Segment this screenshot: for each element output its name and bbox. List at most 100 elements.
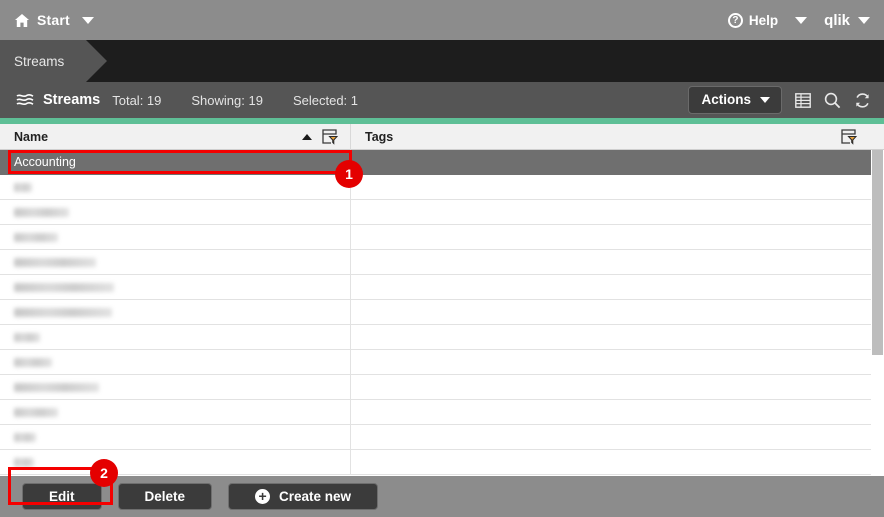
help-button[interactable]: ? Help <box>727 12 779 28</box>
cell-tags <box>351 350 884 374</box>
cell-tags <box>351 450 884 474</box>
panel-toolbar: Streams Total: 19 Showing: 19 Selected: … <box>0 82 884 118</box>
application-window: Start ? Help qlik Streams Streams Total:… <box>0 0 884 517</box>
cell-tags <box>351 375 884 399</box>
redacted-name-text <box>14 282 114 292</box>
redacted-name-text <box>14 232 58 242</box>
start-label: Start <box>37 12 70 28</box>
redacted-name-text <box>14 207 69 217</box>
table-row[interactable] <box>0 450 884 475</box>
cell-name <box>0 175 351 199</box>
cell-name <box>0 350 351 374</box>
edit-label: Edit <box>49 489 75 504</box>
breadcrumb-label: Streams <box>14 53 65 69</box>
edit-button[interactable]: Edit <box>22 483 102 510</box>
cell-tags <box>351 200 884 224</box>
cell-tags <box>351 400 884 424</box>
scrollbar-thumb[interactable] <box>872 150 883 355</box>
redacted-name-text <box>14 382 99 392</box>
cell-tags <box>351 250 884 274</box>
table-row[interactable] <box>0 375 884 400</box>
redacted-name-text <box>14 332 40 342</box>
table-row[interactable] <box>0 250 884 275</box>
account-label: qlik <box>824 11 850 29</box>
cell-tags <box>351 325 884 349</box>
chevron-down-icon <box>760 96 770 103</box>
column-header-name-label: Name <box>14 130 49 144</box>
table-row[interactable] <box>0 200 884 225</box>
toolbar-right-group: Actions <box>688 86 884 114</box>
panel-title: Streams <box>43 92 101 108</box>
cell-name <box>0 325 351 349</box>
actions-label: Actions <box>701 92 751 107</box>
help-circle-icon: ? <box>727 12 743 28</box>
cell-tags <box>351 300 884 324</box>
table-row[interactable] <box>0 275 884 300</box>
cell-tags <box>351 150 884 174</box>
showing-count: Showing: 19 <box>191 92 263 108</box>
account-menu-button[interactable]: qlik <box>824 12 870 29</box>
chevron-down-icon[interactable] <box>81 16 94 24</box>
table-row[interactable] <box>0 325 884 350</box>
cell-tags <box>351 275 884 299</box>
delete-label: Delete <box>144 489 186 504</box>
cell-name <box>0 200 351 224</box>
create-new-button[interactable]: + Create new <box>228 483 379 510</box>
cell-name <box>0 300 351 324</box>
cell-name <box>0 275 351 299</box>
table-row[interactable] <box>0 300 884 325</box>
actions-button[interactable]: Actions <box>688 86 782 114</box>
cell-name <box>0 400 351 424</box>
create-new-label: Create new <box>279 489 352 504</box>
breadcrumb-bar: Streams <box>0 40 884 82</box>
table-row-selected[interactable]: Accounting <box>0 150 884 175</box>
breadcrumb-item-streams[interactable]: Streams <box>0 40 108 82</box>
toolbar-left-group: Streams Total: 19 Showing: 19 Selected: … <box>0 92 388 108</box>
table-row[interactable] <box>0 400 884 425</box>
streams-table: Name Tags Accounting <box>0 124 884 476</box>
filter-icon[interactable] <box>841 129 858 148</box>
plus-circle-icon: + <box>255 489 271 504</box>
home-icon <box>14 13 30 28</box>
top-navigation-bar: Start ? Help qlik <box>0 0 884 40</box>
table-row[interactable] <box>0 225 884 250</box>
search-icon[interactable] <box>824 92 841 109</box>
streams-panel: Streams Total: 19 Showing: 19 Selected: … <box>0 82 884 517</box>
redacted-name-text <box>14 307 112 317</box>
action-bar: Edit Delete + Create new <box>0 476 884 517</box>
redacted-name-text <box>14 432 36 442</box>
cell-name <box>0 375 351 399</box>
table-row[interactable] <box>0 425 884 450</box>
column-header-tags[interactable]: Tags <box>351 124 871 150</box>
redacted-name-text <box>14 257 96 267</box>
table-columns-icon[interactable] <box>795 92 811 108</box>
account-chevron-down-icon[interactable] <box>858 16 870 24</box>
delete-button[interactable]: Delete <box>117 483 213 510</box>
redacted-name-text <box>14 457 34 467</box>
cell-name: Accounting <box>0 150 351 174</box>
start-menu-button[interactable]: Start <box>0 12 70 28</box>
help-label: Help <box>748 12 779 28</box>
refresh-icon[interactable] <box>854 92 871 109</box>
cell-tags <box>351 425 884 449</box>
redacted-name-text <box>14 182 32 192</box>
cell-tags <box>351 225 884 249</box>
cell-tags <box>351 175 884 199</box>
table-header-row: Name Tags <box>0 124 884 150</box>
table-row[interactable] <box>0 175 884 200</box>
redacted-name-text <box>14 357 52 367</box>
filter-icon[interactable] <box>322 129 339 148</box>
redacted-name-text <box>14 407 58 417</box>
selected-count: Selected: 1 <box>292 92 358 108</box>
table-row[interactable] <box>0 350 884 375</box>
column-header-name[interactable]: Name <box>0 124 351 150</box>
streams-icon <box>16 93 34 107</box>
vertical-scrollbar[interactable] <box>871 150 884 476</box>
top-bar-right-group: ? Help qlik <box>727 12 884 29</box>
sort-ascending-icon <box>302 134 312 140</box>
cell-name <box>0 225 351 249</box>
cell-name <box>0 450 351 474</box>
help-chevron-down-icon[interactable] <box>795 16 808 24</box>
total-count: Total: 19 <box>112 92 162 108</box>
cell-name <box>0 250 351 274</box>
